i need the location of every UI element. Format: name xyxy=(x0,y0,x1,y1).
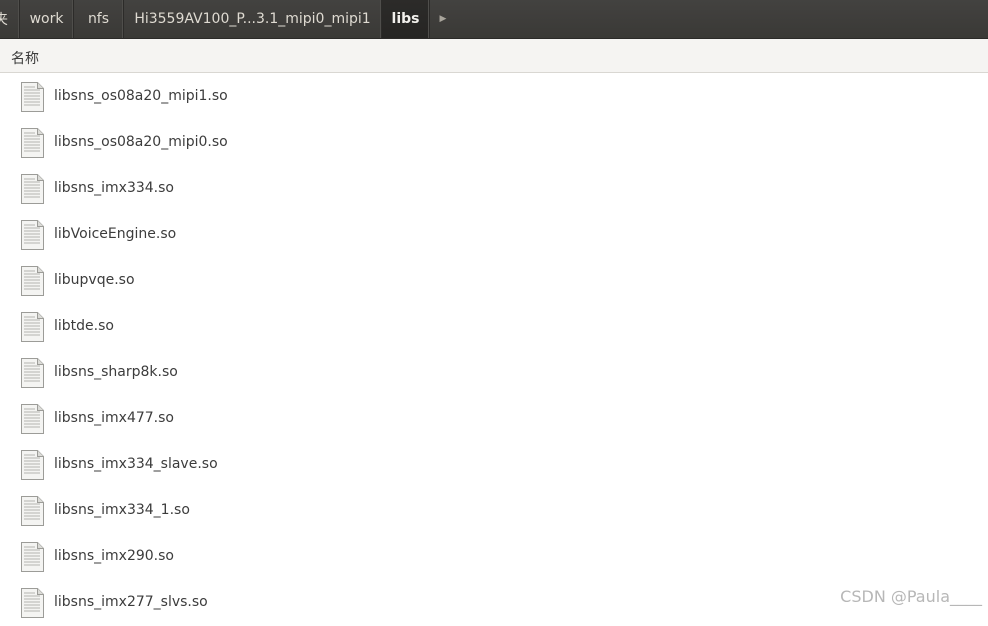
breadcrumb-item-nfs[interactable]: nfs xyxy=(74,0,124,38)
file-name: libsns_imx334_slave.so xyxy=(54,456,218,472)
text-document-icon xyxy=(21,496,44,526)
breadcrumb-item-work[interactable]: work xyxy=(20,0,74,38)
text-document-icon xyxy=(21,404,44,434)
file-item[interactable]: libsns_imx477.so xyxy=(0,396,988,442)
column-header-name[interactable]: 名称 xyxy=(0,39,988,73)
file-item[interactable]: libsns_imx334_slave.so xyxy=(0,442,988,488)
file-name: libsns_imx277_slvs.so xyxy=(54,594,208,610)
breadcrumb-label: work xyxy=(29,11,64,27)
file-name: libtde.so xyxy=(54,318,114,334)
breadcrumb-label: Hi3559AV100_P...3.1_mipi0_mipi1 xyxy=(134,11,371,27)
file-item[interactable]: libsns_imx290.so xyxy=(0,534,988,580)
file-name: libsns_imx477.so xyxy=(54,410,174,426)
breadcrumb-label: libs xyxy=(391,11,420,27)
text-document-icon xyxy=(21,358,44,388)
file-item[interactable]: libsns_os08a20_mipi0.so xyxy=(0,120,988,166)
breadcrumb-item-hi3559[interactable]: Hi3559AV100_P...3.1_mipi0_mipi1 xyxy=(124,0,382,38)
text-document-icon xyxy=(21,220,44,250)
file-item[interactable]: libsns_imx334.so xyxy=(0,166,988,212)
file-name: libVoiceEngine.so xyxy=(54,226,177,242)
file-name: libsns_os08a20_mipi1.so xyxy=(54,88,228,104)
text-document-icon xyxy=(21,450,44,480)
file-name: libsns_os08a20_mipi0.so xyxy=(54,134,228,150)
breadcrumb-item-truncated[interactable]: 夹 xyxy=(0,0,20,38)
file-item[interactable]: libsns_os08a20_mipi1.so xyxy=(0,74,988,120)
column-header-label: 名称 xyxy=(11,51,39,67)
file-name: libsns_imx334_1.so xyxy=(54,502,190,518)
file-item[interactable]: libtde.so xyxy=(0,304,988,350)
text-document-icon xyxy=(21,542,44,572)
file-item[interactable]: libsns_sharp8k.so xyxy=(0,350,988,396)
text-document-icon xyxy=(21,128,44,158)
file-name: libupvqe.so xyxy=(54,272,135,288)
file-item[interactable]: libupvqe.so xyxy=(0,258,988,304)
file-name: libsns_imx334.so xyxy=(54,180,174,196)
text-document-icon xyxy=(21,174,44,204)
file-item[interactable]: libVoiceEngine.so xyxy=(0,212,988,258)
watermark: CSDN @Paula____ xyxy=(840,587,982,606)
text-document-icon xyxy=(21,266,44,296)
text-document-icon xyxy=(21,312,44,342)
breadcrumb-forward-button[interactable]: ▶ xyxy=(430,0,456,38)
triangle-right-icon: ▶ xyxy=(439,14,447,24)
file-name: libsns_imx290.so xyxy=(54,548,174,564)
breadcrumb-label: 夹 xyxy=(0,9,8,29)
breadcrumb-label: nfs xyxy=(87,11,110,27)
file-item[interactable]: libsns_imx334_1.so xyxy=(0,488,988,534)
path-bar: 夹 work nfs Hi3559AV100_P...3.1_mipi0_mip… xyxy=(0,0,988,39)
file-name: libsns_sharp8k.so xyxy=(54,364,178,380)
text-document-icon xyxy=(21,588,44,618)
text-document-icon xyxy=(21,82,44,112)
breadcrumb-item-libs[interactable]: libs xyxy=(382,0,430,38)
